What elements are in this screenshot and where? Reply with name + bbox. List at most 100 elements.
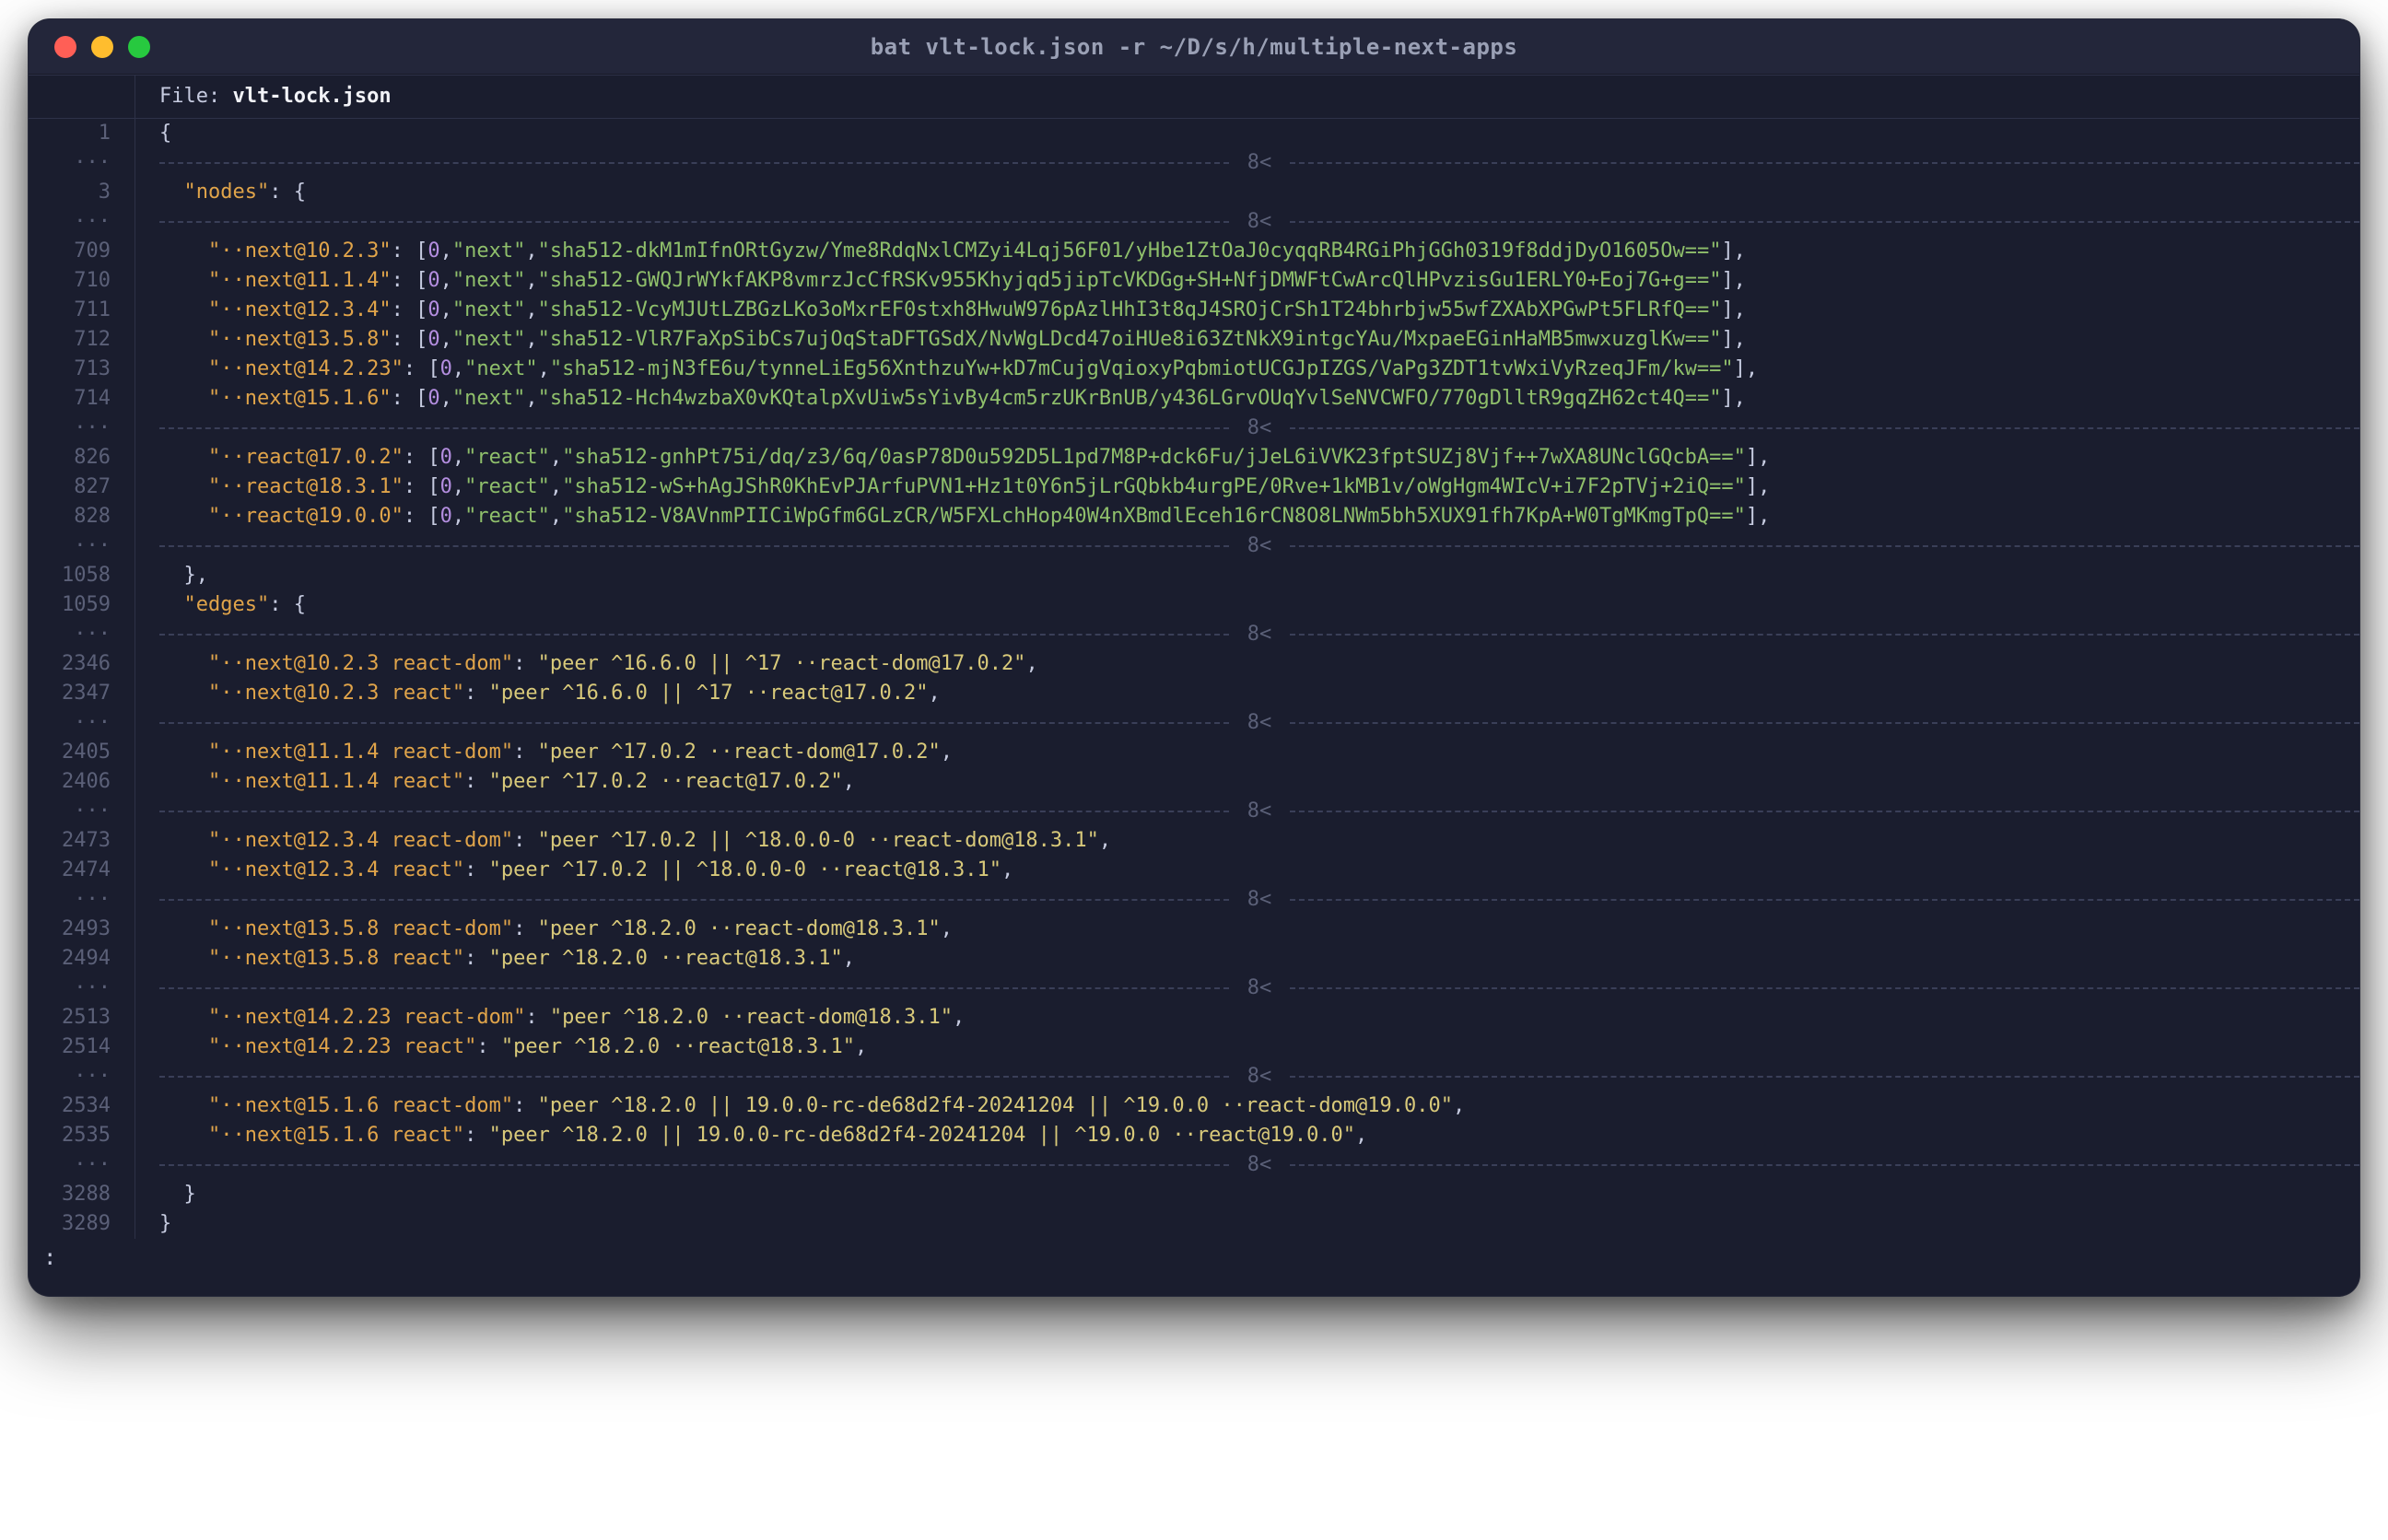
punct: ], (1746, 475, 1771, 498)
punct: : { (269, 593, 306, 616)
line-number: 714 (29, 384, 135, 414)
punct: , (440, 269, 452, 292)
brace: } (159, 1212, 171, 1235)
json-key: "··next@11.1.4" (208, 269, 392, 292)
punct: : [ (404, 475, 440, 498)
punct: , (941, 917, 953, 940)
json-string: "react" (464, 505, 550, 528)
json-string: "next" (452, 298, 525, 321)
snip-icon: 8< (1240, 974, 1280, 1003)
punct: , (953, 1006, 965, 1029)
punct: , (525, 239, 537, 262)
line-number: 3 (29, 178, 135, 207)
punct: ], (1721, 298, 1746, 321)
code-line: 2473 "··next@12.3.4 react-dom": "peer ^1… (29, 826, 2359, 856)
line-number: 710 (29, 266, 135, 296)
json-string: "sha512-Hch4wzbaX0vKQtalpXvUiw5sYivBy4cm… (538, 387, 1722, 410)
punct: , (452, 357, 464, 380)
json-string: "peer ^17.0.2 ··react@17.0.2" (489, 770, 843, 793)
snip-marker: ··· 8< (29, 974, 2359, 1003)
json-number: 0 (427, 387, 439, 410)
line-ellipsis: ··· (29, 797, 135, 826)
punct: ], (1746, 505, 1771, 528)
json-key: "··next@10.2.3 react-dom" (208, 652, 513, 675)
line-number: 2535 (29, 1121, 135, 1150)
line-number: 2513 (29, 1003, 135, 1032)
file-header: File: vlt-lock.json (29, 75, 2359, 119)
punct: , (525, 387, 537, 410)
json-string: "peer ^16.6.0 || ^17 ··react@17.0.2" (489, 682, 929, 705)
json-string: "next" (464, 357, 537, 380)
punct: ], (1721, 387, 1746, 410)
punct: ], (1721, 328, 1746, 351)
punct: : (464, 1124, 489, 1147)
snip-marker: ··· 8< (29, 885, 2359, 915)
line-number: 2474 (29, 856, 135, 885)
code-line: 709 "··next@10.2.3": [0,"next","sha512-d… (29, 237, 2359, 266)
json-key: "··next@14.2.23" (208, 357, 404, 380)
pager-prompt[interactable]: : (29, 1239, 2359, 1285)
json-string: "peer ^18.2.0 ··react@18.3.1" (501, 1035, 855, 1058)
punct: : [ (392, 387, 428, 410)
punct: , (525, 298, 537, 321)
line-number: 2405 (29, 738, 135, 767)
snip-icon: 8< (1240, 414, 1280, 443)
file-name: vlt-lock.json (232, 85, 391, 108)
snip-marker: ··· 8< (29, 708, 2359, 738)
code-line: 712 "··next@13.5.8": [0,"next","sha512-V… (29, 325, 2359, 355)
code-line: 828 "··react@19.0.0": [0,"react","sha512… (29, 502, 2359, 531)
json-key: "··next@13.5.8 react-dom" (208, 917, 513, 940)
json-key: "··next@15.1.6" (208, 387, 392, 410)
json-string: "sha512-VlR7FaXpSibCs7ujOqStaDFTGSdX/NvW… (538, 328, 1722, 351)
code-line: 2346 "··next@10.2.3 react-dom": "peer ^1… (29, 649, 2359, 679)
json-string: "next" (452, 328, 525, 351)
json-string: "sha512-dkM1mIfnORtGyzw/Yme8RdqNxlCMZyi4… (538, 239, 1722, 262)
json-key: "··next@14.2.23 react" (208, 1035, 476, 1058)
line-ellipsis: ··· (29, 414, 135, 443)
code-line: 2534 "··next@15.1.6 react-dom": "peer ^1… (29, 1091, 2359, 1121)
punct: , (1001, 858, 1013, 881)
json-string: "sha512-wS+hAgJShR0KhEvPJArfuPVN1+Hz1t0Y… (562, 475, 1746, 498)
snip-marker: ··· 8< (29, 207, 2359, 237)
code-line: 2405 "··next@11.1.4 react-dom": "peer ^1… (29, 738, 2359, 767)
line-number: 2493 (29, 915, 135, 944)
json-key: "··next@13.5.8" (208, 328, 392, 351)
code-line: 2347 "··next@10.2.3 react": "peer ^16.6.… (29, 679, 2359, 708)
window-title: bat vlt-lock.json -r ~/D/s/h/multiple-ne… (29, 34, 2359, 60)
punct: , (452, 446, 464, 469)
punct: , (843, 947, 855, 970)
punct: ], (1746, 446, 1771, 469)
line-ellipsis: ··· (29, 1150, 135, 1180)
json-key: "··next@11.1.4 react" (208, 770, 464, 793)
line-number: 1 (29, 119, 135, 148)
json-string: "react" (464, 475, 550, 498)
json-string: "peer ^18.2.0 ··react-dom@18.3.1" (538, 917, 941, 940)
punct: , (843, 770, 855, 793)
code-line: 1 { (29, 119, 2359, 148)
line-number: 2406 (29, 767, 135, 797)
punct: : { (269, 181, 306, 204)
line-number: 826 (29, 443, 135, 472)
code-line: 1059 "edges": { (29, 590, 2359, 620)
punct: , (1355, 1124, 1367, 1147)
punct: , (440, 387, 452, 410)
code-line: 3288 } (29, 1180, 2359, 1209)
snip-icon: 8< (1240, 531, 1280, 561)
snip-marker: ··· 8< (29, 148, 2359, 178)
punct: , (440, 298, 452, 321)
json-key: "··next@12.3.4" (208, 298, 392, 321)
file-label: File: (159, 85, 220, 108)
titlebar: bat vlt-lock.json -r ~/D/s/h/multiple-ne… (29, 19, 2359, 75)
line-ellipsis: ··· (29, 974, 135, 1003)
line-number: 3288 (29, 1180, 135, 1209)
line-number: 3289 (29, 1209, 135, 1239)
line-number: 713 (29, 355, 135, 384)
code-line: 2535 "··next@15.1.6 react": "peer ^18.2.… (29, 1121, 2359, 1150)
terminal-body[interactable]: File: vlt-lock.json 1 { ··· 8< 3 "nodes"… (29, 75, 2359, 1296)
code-line: 3 "nodes": { (29, 178, 2359, 207)
json-string: "peer ^18.2.0 ··react-dom@18.3.1" (550, 1006, 953, 1029)
punct: , (440, 328, 452, 351)
code-line: 710 "··next@11.1.4": [0,"next","sha512-G… (29, 266, 2359, 296)
line-ellipsis: ··· (29, 531, 135, 561)
punct: : [ (404, 446, 440, 469)
